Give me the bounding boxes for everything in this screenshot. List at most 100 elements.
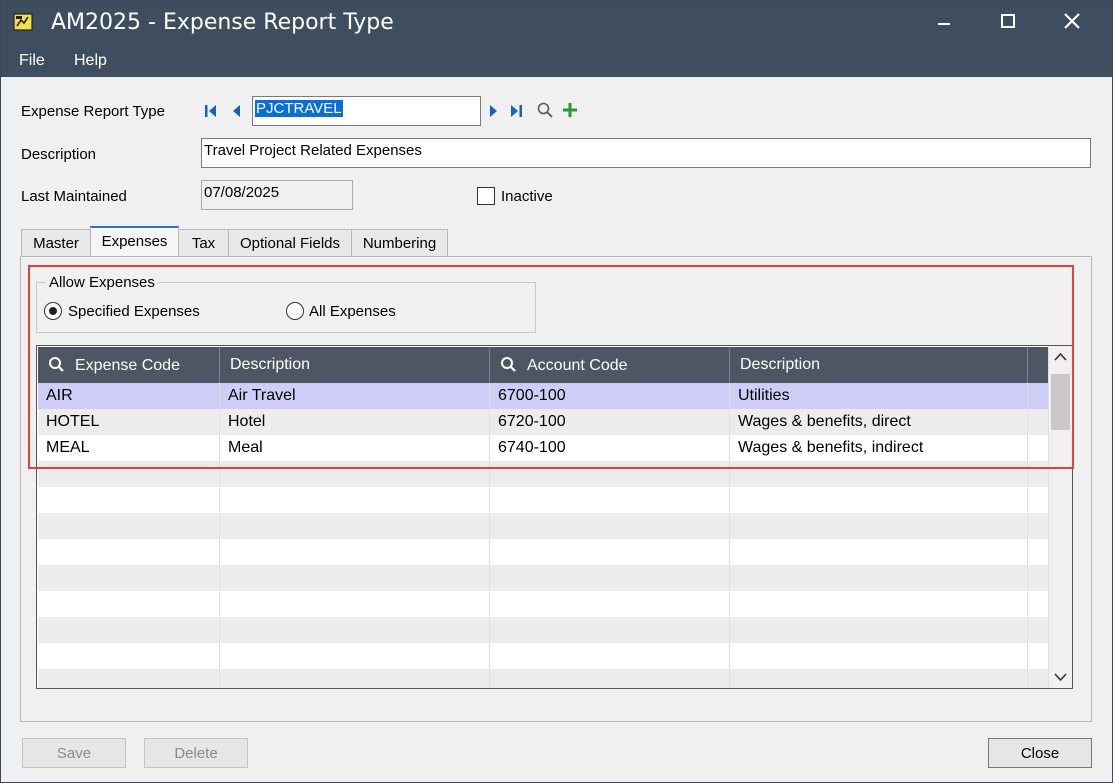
- table-cell: [730, 617, 1028, 643]
- expense-report-type-field[interactable]: PJCTRAVEL: [252, 96, 481, 126]
- table-cell: [220, 591, 490, 617]
- grid-header: Expense Code Description Account Code De…: [38, 347, 1062, 383]
- table-cell: [490, 643, 730, 669]
- table-cell: [490, 617, 730, 643]
- maximize-button[interactable]: [979, 1, 1037, 41]
- table-cell: AIR: [38, 383, 220, 409]
- inactive-checkbox[interactable]: [477, 187, 495, 205]
- table-cell: [220, 539, 490, 565]
- table-cell: [730, 461, 1028, 487]
- table-cell: [730, 513, 1028, 539]
- table-cell: [38, 617, 220, 643]
- description-field[interactable]: Travel Project Related Expenses: [201, 138, 1091, 168]
- empty-table-row[interactable]: [38, 643, 1062, 669]
- menu-file[interactable]: File: [19, 52, 45, 70]
- scroll-up-icon[interactable]: [1054, 352, 1067, 362]
- scroll-thumb[interactable]: [1051, 374, 1070, 430]
- table-cell: [490, 461, 730, 487]
- description-label: Description: [21, 146, 97, 163]
- allow-expenses-title: Allow Expenses: [46, 274, 158, 291]
- menu-help[interactable]: Help: [74, 52, 107, 70]
- column-header-expense-code[interactable]: Expense Code: [38, 347, 220, 383]
- last-record-icon[interactable]: [509, 102, 523, 120]
- search-icon[interactable]: [500, 356, 517, 373]
- column-header-account-description[interactable]: Description: [730, 347, 1028, 383]
- column-header-account-code[interactable]: Account Code: [490, 347, 730, 383]
- delete-button[interactable]: Delete: [144, 738, 248, 768]
- close-button[interactable]: Close: [988, 738, 1092, 768]
- empty-table-row[interactable]: [38, 565, 1062, 591]
- table-cell: [38, 643, 220, 669]
- table-cell: [38, 487, 220, 513]
- close-window-button[interactable]: [1043, 1, 1101, 41]
- expense-report-type-label: Expense Report Type: [21, 103, 165, 120]
- empty-table-row[interactable]: [38, 669, 1062, 688]
- table-cell: Meal: [220, 435, 490, 461]
- search-icon[interactable]: [536, 101, 554, 119]
- last-maintained-field: 07/08/2025: [201, 180, 353, 210]
- scroll-down-icon[interactable]: [1054, 672, 1067, 682]
- window-title: AM2025 - Expense Report Type: [51, 10, 394, 35]
- table-row[interactable]: AIR Air Travel 6700-100 Utilities: [38, 383, 1062, 409]
- table-cell: [220, 643, 490, 669]
- search-icon[interactable]: [48, 356, 65, 373]
- tab-master[interactable]: Master: [21, 229, 91, 257]
- table-cell: 6700-100: [490, 383, 730, 409]
- expense-report-type-window: AM2025 - Expense Report Type File Help E…: [0, 0, 1113, 783]
- expense-grid[interactable]: Expense Code Description Account Code De…: [36, 345, 1073, 689]
- all-expenses-label: All Expenses: [309, 303, 396, 320]
- table-cell: [38, 591, 220, 617]
- table-cell: MEAL: [38, 435, 220, 461]
- specified-expenses-radio[interactable]: [44, 302, 62, 320]
- column-header-description[interactable]: Description: [220, 347, 490, 383]
- vertical-scrollbar[interactable]: [1048, 346, 1072, 688]
- empty-table-row[interactable]: [38, 513, 1062, 539]
- empty-table-row[interactable]: [38, 539, 1062, 565]
- table-cell: [490, 565, 730, 591]
- tab-numbering[interactable]: Numbering: [351, 229, 448, 257]
- table-cell: [220, 669, 490, 688]
- title-bar[interactable]: AM2025 - Expense Report Type: [1, 1, 1112, 47]
- tab-tax[interactable]: Tax: [178, 229, 229, 257]
- first-record-icon[interactable]: [204, 102, 218, 120]
- expense-report-type-value: PJCTRAVEL: [255, 100, 343, 117]
- table-cell: [730, 591, 1028, 617]
- previous-record-icon[interactable]: [229, 102, 243, 120]
- tab-expenses[interactable]: Expenses: [90, 226, 179, 257]
- all-expenses-radio[interactable]: [286, 302, 304, 320]
- table-cell: [730, 669, 1028, 688]
- table-cell: [38, 565, 220, 591]
- table-cell: [490, 513, 730, 539]
- maximize-icon: [1001, 14, 1015, 28]
- table-cell: [220, 565, 490, 591]
- table-cell: HOTEL: [38, 409, 220, 435]
- table-row[interactable]: MEAL Meal 6740-100 Wages & benefits, indire…: [38, 435, 1062, 461]
- table-cell: [490, 591, 730, 617]
- empty-table-row[interactable]: [38, 591, 1062, 617]
- table-cell: 6740-100: [490, 435, 730, 461]
- inactive-label: Inactive: [501, 188, 553, 205]
- save-button[interactable]: Save: [22, 738, 126, 768]
- tab-optional-fields[interactable]: Optional Fields: [228, 229, 352, 257]
- table-cell: Wages & benefits, direct: [730, 409, 1028, 435]
- last-maintained-label: Last Maintained: [21, 188, 127, 205]
- table-cell: [38, 513, 220, 539]
- close-icon: [1064, 13, 1080, 29]
- table-row[interactable]: HOTEL Hotel 6720-100 Wages & benefits, dire…: [38, 409, 1062, 435]
- radio-selected-dot: [49, 307, 57, 315]
- add-icon[interactable]: [561, 101, 579, 119]
- table-cell: [730, 565, 1028, 591]
- minimize-button[interactable]: [915, 1, 973, 41]
- table-cell: Utilities: [730, 383, 1028, 409]
- table-cell: [490, 669, 730, 688]
- menu-bar: File Help: [1, 47, 1112, 77]
- table-cell: [220, 617, 490, 643]
- next-record-icon[interactable]: [487, 102, 501, 120]
- table-cell: [38, 669, 220, 688]
- empty-table-row[interactable]: [38, 487, 1062, 513]
- table-cell: [220, 513, 490, 539]
- empty-table-row[interactable]: [38, 617, 1062, 643]
- specified-expenses-label: Specified Expenses: [68, 303, 200, 320]
- empty-table-row[interactable]: [38, 461, 1062, 487]
- table-cell: [220, 487, 490, 513]
